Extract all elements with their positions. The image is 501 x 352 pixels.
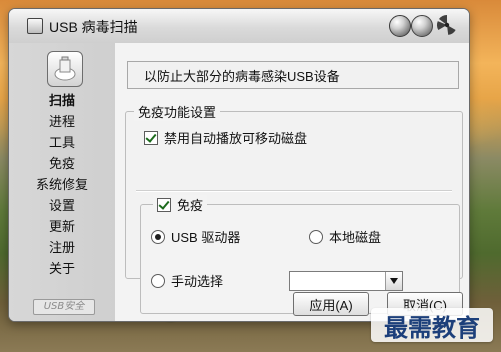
sidebar-list: 扫描 进程 工具 免疫 系统修复 设置 更新 注册 关于	[9, 90, 115, 279]
group-title: 免疫功能设置	[134, 102, 221, 121]
usb-device-icon	[47, 51, 83, 87]
sidebar-item-label: 关于	[48, 261, 75, 276]
radio-manual-select[interactable]: 手动选择	[151, 271, 223, 290]
radio-local-disk[interactable]: 本地磁盘	[309, 227, 381, 246]
apply-button-label: 应用(A)	[309, 297, 353, 313]
radio-usb-drive-label: USB 驱动器	[171, 230, 241, 245]
sidebar-item-label: 扫描	[48, 93, 75, 108]
radio-manual-select-label: 手动选择	[171, 274, 224, 289]
watermark: 最需教育	[371, 308, 493, 342]
sidebar-item-tools[interactable]: 工具	[9, 132, 115, 153]
disable-autoplay-label: 禁用自动播放可移动磁盘	[164, 131, 308, 146]
radio-usb-drive-indicator[interactable]	[151, 229, 165, 244]
immunity-toggle[interactable]: 免疫	[153, 195, 208, 214]
usb-safety-badge: USB安全	[33, 299, 95, 315]
sidebar-item-immunity[interactable]: 免疫	[9, 153, 115, 174]
usb-virus-scan-window: USB 病毒扫描 扫描 进程 工具 免疫 系统修复 设置 更新 注册 关于 US…	[8, 8, 470, 322]
disable-autoplay-checkbox[interactable]	[144, 130, 158, 145]
sidebar-item-label: 系统修复	[35, 177, 88, 192]
manual-select-dropdown[interactable]	[289, 271, 403, 291]
sidebar-item-register[interactable]: 注册	[9, 237, 115, 258]
watermark-text: 最需教育	[384, 312, 480, 342]
sidebar-item-label: 更新	[48, 219, 75, 234]
app-icon	[27, 18, 43, 34]
title-controls	[389, 15, 461, 37]
radio-local-disk-indicator[interactable]	[309, 229, 323, 244]
sidebar-item-label: 设置	[48, 198, 75, 213]
apply-button[interactable]: 应用(A)	[293, 292, 369, 316]
maximize-button[interactable]	[411, 15, 433, 37]
info-text: 以防止大部分的病毒感染USB设备	[144, 69, 340, 84]
sidebar-item-process[interactable]: 进程	[9, 111, 115, 132]
sidebar-item-system-repair[interactable]: 系统修复	[9, 174, 115, 195]
sidebar-item-label: 注册	[48, 240, 75, 255]
chevron-down-icon[interactable]	[385, 272, 402, 290]
separator	[136, 190, 452, 191]
window-title: USB 病毒扫描	[49, 19, 138, 35]
sidebar-item-label: 免疫	[48, 156, 75, 171]
sidebar-item-update[interactable]: 更新	[9, 216, 115, 237]
immunity-label: 免疫	[177, 198, 204, 213]
sidebar-item-settings[interactable]: 设置	[9, 195, 115, 216]
radiation-icon-button[interactable]	[435, 15, 459, 35]
immunity-settings-group: 免疫功能设置 禁用自动播放可移动磁盘 免疫 USB 驱动器 本地磁盘 手动选择	[125, 102, 463, 314]
radio-local-disk-label: 本地磁盘	[329, 230, 382, 245]
title-bar: USB 病毒扫描	[9, 9, 469, 44]
sidebar-item-label: 进程	[48, 114, 75, 129]
sidebar-item-scan[interactable]: 扫描	[9, 90, 115, 111]
sidebar-item-about[interactable]: 关于	[9, 258, 115, 279]
sidebar: 扫描 进程 工具 免疫 系统修复 设置 更新 注册 关于 USB安全	[9, 43, 116, 321]
main-content: 以防止大部分的病毒感染USB设备 免疫功能设置 禁用自动播放可移动磁盘 免疫 U…	[115, 43, 469, 321]
minimize-button[interactable]	[389, 15, 411, 37]
radio-usb-drive[interactable]: USB 驱动器	[151, 227, 240, 246]
immunity-checkbox[interactable]	[157, 197, 171, 212]
sidebar-item-label: 工具	[48, 135, 75, 150]
info-banner: 以防止大部分的病毒感染USB设备	[127, 61, 459, 89]
radio-manual-select-indicator[interactable]	[151, 273, 165, 288]
disable-autoplay-option[interactable]: 禁用自动播放可移动磁盘	[144, 128, 307, 147]
radiation-icon	[437, 15, 456, 35]
